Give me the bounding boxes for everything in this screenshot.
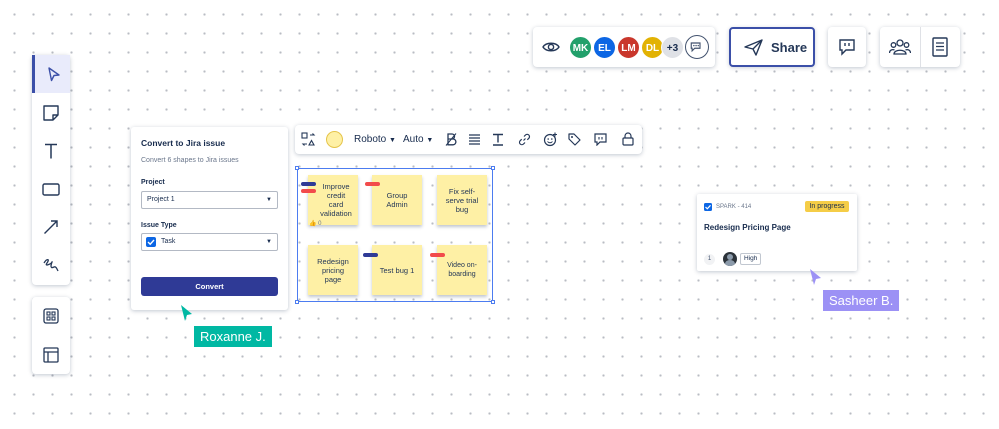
status-badge[interactable]: In progress [805,201,849,212]
resize-handle[interactable] [295,300,299,304]
avatar-lm[interactable]: LM [617,36,640,59]
layout-icon [43,347,59,363]
scribble-icon [43,258,59,272]
text-icon [45,143,57,159]
font-value: Roboto [354,134,387,145]
issue-title: Redesign Pricing Page [704,223,791,232]
sticky-tag [365,182,380,186]
avatar-overflow[interactable]: +3 [661,36,684,59]
avatar-el[interactable]: EL [593,36,616,59]
fill-color-swatch[interactable] [326,131,343,148]
lock-icon[interactable] [622,132,634,146]
sticky-tag [430,253,445,257]
grid-icon [43,308,59,324]
pointer-icon [48,67,60,82]
size-dropdown[interactable]: Auto ▼ [403,134,433,145]
sticky-note[interactable]: Fix self-serve trial bug [437,175,487,225]
line-tool[interactable] [32,208,70,246]
collaborators-bar: MK EL LM DL +3 [533,27,715,67]
select-tool[interactable] [32,55,70,93]
arrow-icon [44,220,58,234]
templates-panel [32,297,70,374]
chat-icon[interactable] [685,35,709,59]
feedback-button[interactable] [828,27,866,67]
sticky-tag [301,182,316,186]
chevron-down-icon: ▼ [389,137,396,144]
issue-type-select[interactable]: Task ▼ [141,233,278,251]
sticky-text: Improve credit card validation [320,182,352,218]
comment-icon[interactable] [594,133,607,146]
comment-count: 1 [704,254,715,265]
rectangle-icon [42,183,60,196]
align-icon[interactable] [468,134,481,145]
send-icon [744,39,763,56]
link-icon[interactable] [518,133,531,146]
convert-to-jira-panel: Convert to Jira issue Convert 6 shapes t… [131,127,288,310]
cursor-label-roxanne: Roxanne J. [194,326,272,347]
sticky-text: Group Admin [386,191,408,209]
text-style-icon[interactable] [492,133,504,146]
convert-button[interactable]: Convert [141,277,278,296]
sticky-tag [301,189,316,193]
project-value: Project 1 [147,196,175,203]
size-value: Auto [403,134,424,145]
divider [920,27,921,67]
chevron-down-icon: ▼ [266,239,272,245]
panel-toggles [880,27,960,67]
sticky-text: Redesign pricing page [317,256,349,284]
task-type-icon [704,203,712,211]
font-dropdown[interactable]: Roboto ▼ [354,134,396,145]
share-label: Share [771,40,808,55]
resize-handle[interactable] [491,300,495,304]
chevron-down-icon: ▼ [426,137,434,144]
template-tool[interactable] [32,336,70,374]
add-reaction-icon[interactable] [543,132,558,147]
cursor-label-sasheer: Sasheer B. [823,290,900,311]
sticky-tag [363,253,378,257]
shape-tool[interactable] [32,170,70,208]
priority-badge: High [740,253,762,265]
project-select[interactable]: Project 1 ▼ [141,191,278,209]
sticky-text: Fix self-serve trial bug [445,186,479,214]
notes-icon[interactable] [932,37,948,57]
reaction-badge[interactable]: 👍 0 [309,220,321,227]
pen-tool[interactable] [32,246,70,284]
feedback-icon [839,39,855,56]
project-label: Project [141,179,165,186]
share-button[interactable]: Share [729,27,815,67]
avatar-mk[interactable]: MK [569,36,592,59]
task-type-icon [146,237,156,247]
people-icon[interactable] [889,38,911,56]
sticky-note-icon [43,105,59,121]
sticky-text: Video on-boarding [447,262,477,278]
issue-type-label: Issue Type [141,222,177,229]
tag-icon[interactable] [568,133,581,146]
sticky-note-tool[interactable] [32,93,70,131]
issue-key: SPARK - 414 [716,204,752,210]
convert-shapes-icon[interactable] [301,132,316,147]
chevron-down-icon: ▼ [266,197,272,203]
sticky-note[interactable]: Test bug 1 [372,245,422,295]
tools-panel [32,55,70,285]
format-toolbar: Roboto ▼ Auto ▼ [295,125,642,154]
panel-title: Convert to Jira issue [141,138,226,148]
cursor-pointer-icon [181,305,192,321]
resize-handle[interactable] [491,166,495,170]
jira-issue-card[interactable]: SPARK - 414 In progress Redesign Pricing… [697,194,857,271]
text-tool[interactable] [32,132,70,170]
bold-strike-icon[interactable] [445,133,457,146]
issue-type-value: Task [161,238,176,245]
eye-icon[interactable] [542,39,560,55]
avatar [723,252,737,266]
sticky-note[interactable]: Redesign pricing page [308,245,358,295]
resize-handle[interactable] [295,166,299,170]
sticky-note[interactable]: Video on-boarding [437,245,487,295]
cursor-pointer-icon [810,269,821,285]
apps-tool[interactable] [32,297,70,335]
panel-subtitle: Convert 6 shapes to Jira issues [141,157,239,164]
sticky-text: Test bug 1 [379,265,415,275]
